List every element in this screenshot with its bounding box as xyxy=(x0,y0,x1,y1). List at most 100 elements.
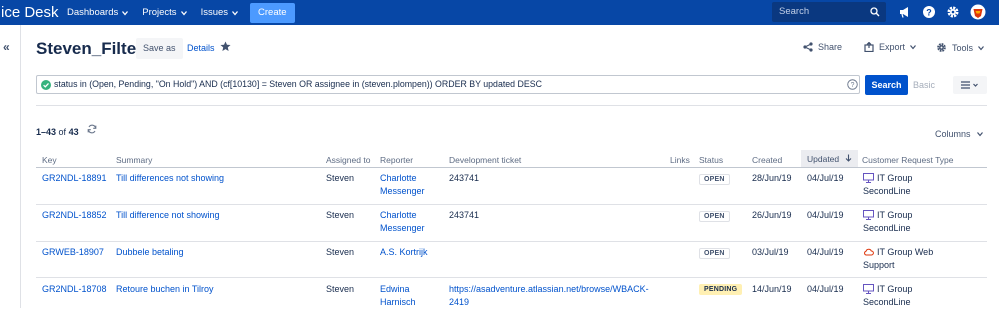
column-header-assigned[interactable]: Assigned to xyxy=(326,155,370,165)
column-header-dev-ticket[interactable]: Development ticket xyxy=(449,155,521,165)
reporter-name[interactable]: Charlotte xyxy=(380,171,417,185)
syntax-help-icon[interactable]: ? xyxy=(847,79,858,90)
nav-dashboards-label: Dashboards xyxy=(67,7,119,18)
issue-key[interactable]: GR2NDL-18852 xyxy=(42,208,107,222)
column-header-request-type[interactable]: Customer Request Type xyxy=(862,155,954,165)
monitor-icon xyxy=(863,284,874,294)
section-divider xyxy=(36,105,987,106)
assigned-to: Steven xyxy=(326,247,355,257)
chevron-down-icon xyxy=(122,10,129,16)
export-icon xyxy=(864,42,874,52)
issue-summary[interactable]: Till differences not showing xyxy=(116,171,224,185)
chevron-down-icon xyxy=(976,132,983,137)
nav-dashboards[interactable]: Dashboards xyxy=(67,7,129,18)
results-of: of xyxy=(58,127,67,137)
help-icon[interactable]: ? xyxy=(922,5,936,19)
refresh-icon[interactable] xyxy=(87,124,97,134)
request-type: IT Group Web xyxy=(877,247,934,257)
chevron-down-icon xyxy=(180,10,187,16)
svg-text:?: ? xyxy=(851,82,855,89)
monitor-icon xyxy=(863,210,874,220)
save-as-button[interactable]: Save as xyxy=(136,38,183,59)
share-button[interactable]: Share xyxy=(803,42,842,52)
request-type-line2: Support xyxy=(863,260,895,270)
reporter-name-line2[interactable]: Messenger xyxy=(380,184,425,198)
product-name[interactable]: ice Desk xyxy=(0,4,60,21)
updated-date: 04/Jul/19 xyxy=(807,284,844,294)
view-switcher-button[interactable] xyxy=(953,76,987,94)
status-badge: OPEN xyxy=(699,211,730,222)
assigned-to: Steven xyxy=(326,210,355,220)
reporter-name-line2[interactable]: Messenger xyxy=(380,221,425,235)
column-header-reporter[interactable]: Reporter xyxy=(380,155,413,165)
nav-projects-label: Projects xyxy=(142,7,177,18)
dev-ticket: 243741 xyxy=(449,210,480,220)
created-date: 28/Jun/19 xyxy=(752,173,792,183)
issue-key[interactable]: GR2NDL-18708 xyxy=(42,282,107,296)
search-icon xyxy=(870,7,880,17)
sidebar-divider xyxy=(20,25,21,308)
basic-mode-link[interactable]: Basic xyxy=(913,80,935,90)
cloud-icon xyxy=(864,248,874,256)
tools-button[interactable]: Tools xyxy=(936,42,985,53)
created-date: 26/Jun/19 xyxy=(752,210,792,220)
nav-issues[interactable]: Issues xyxy=(200,7,239,18)
search-button[interactable]: Search xyxy=(865,75,908,95)
updated-date: 04/Jul/19 xyxy=(807,210,844,220)
megaphone-icon[interactable] xyxy=(898,5,912,19)
reporter-name[interactable]: Edwina xyxy=(380,282,410,296)
column-header-status[interactable]: Status xyxy=(699,155,723,165)
request-type: IT Group xyxy=(877,284,913,294)
issue-summary[interactable]: Till difference not showing xyxy=(116,208,220,222)
dev-ticket-link[interactable]: https://asadventure.atlassian.net/browse… xyxy=(449,282,649,296)
column-header-summary[interactable]: Summary xyxy=(116,155,152,165)
columns-button[interactable]: Columns xyxy=(935,129,984,139)
sort-desc-icon xyxy=(845,154,851,162)
gear-icon[interactable] xyxy=(946,5,960,19)
issue-key[interactable]: GRWEB-18907 xyxy=(42,245,104,259)
details-link[interactable]: Details xyxy=(187,43,215,53)
request-type-line2: SecondLine xyxy=(863,223,911,233)
svg-text:?: ? xyxy=(926,7,932,17)
status-badge: PENDING xyxy=(699,284,743,295)
column-header-links[interactable]: Links xyxy=(670,155,690,165)
request-type: IT Group xyxy=(877,173,913,183)
share-label: Share xyxy=(818,42,843,52)
search-placeholder: Search xyxy=(779,6,810,17)
gear-icon xyxy=(937,43,946,52)
list-view-icon xyxy=(961,81,978,89)
avatar[interactable] xyxy=(970,4,986,20)
dev-ticket-link-line2[interactable]: 2419 xyxy=(449,295,469,309)
request-type-line2: SecondLine xyxy=(863,186,911,196)
assigned-to: Steven xyxy=(326,284,355,294)
request-type: IT Group xyxy=(877,210,913,220)
results-count: 1–43 of 43 xyxy=(36,127,79,137)
export-button[interactable]: Export xyxy=(864,42,917,52)
chevron-down-icon xyxy=(910,45,916,50)
export-label: Export xyxy=(879,42,906,52)
updated-date: 04/Jul/19 xyxy=(807,247,844,257)
issue-key[interactable]: GR2NDL-18891 xyxy=(42,171,107,185)
page-title: Steven_Filter xyxy=(36,39,143,58)
column-header-updated-label: Updated xyxy=(807,154,840,164)
search-input[interactable]: Search xyxy=(772,2,886,22)
column-header-created[interactable]: Created xyxy=(752,155,782,165)
chevron-down-icon xyxy=(978,45,984,50)
reporter-name[interactable]: A.S. Kortrijk xyxy=(380,245,428,259)
issue-summary[interactable]: Dubbele betaling xyxy=(116,245,184,259)
assigned-to: Steven xyxy=(326,173,355,183)
dev-ticket: 243741 xyxy=(449,173,480,183)
reporter-name[interactable]: Charlotte xyxy=(380,208,417,222)
jql-query-input[interactable]: status in (Open, Pending, "On Hold") AND… xyxy=(36,75,860,94)
create-button[interactable]: Create xyxy=(250,2,295,23)
collapse-sidebar-button[interactable]: « xyxy=(3,40,10,54)
nav-issues-label: Issues xyxy=(200,7,229,18)
column-header-key[interactable]: Key xyxy=(42,155,57,165)
share-icon xyxy=(803,42,813,52)
status-badge: OPEN xyxy=(699,248,730,259)
reporter-name-line2[interactable]: Harnisch xyxy=(380,295,416,309)
column-header-updated[interactable]: Updated xyxy=(801,150,858,168)
nav-projects[interactable]: Projects xyxy=(142,7,187,18)
issue-summary[interactable]: Retoure buchen in Tilroy xyxy=(116,282,214,296)
star-icon[interactable] xyxy=(220,41,231,52)
